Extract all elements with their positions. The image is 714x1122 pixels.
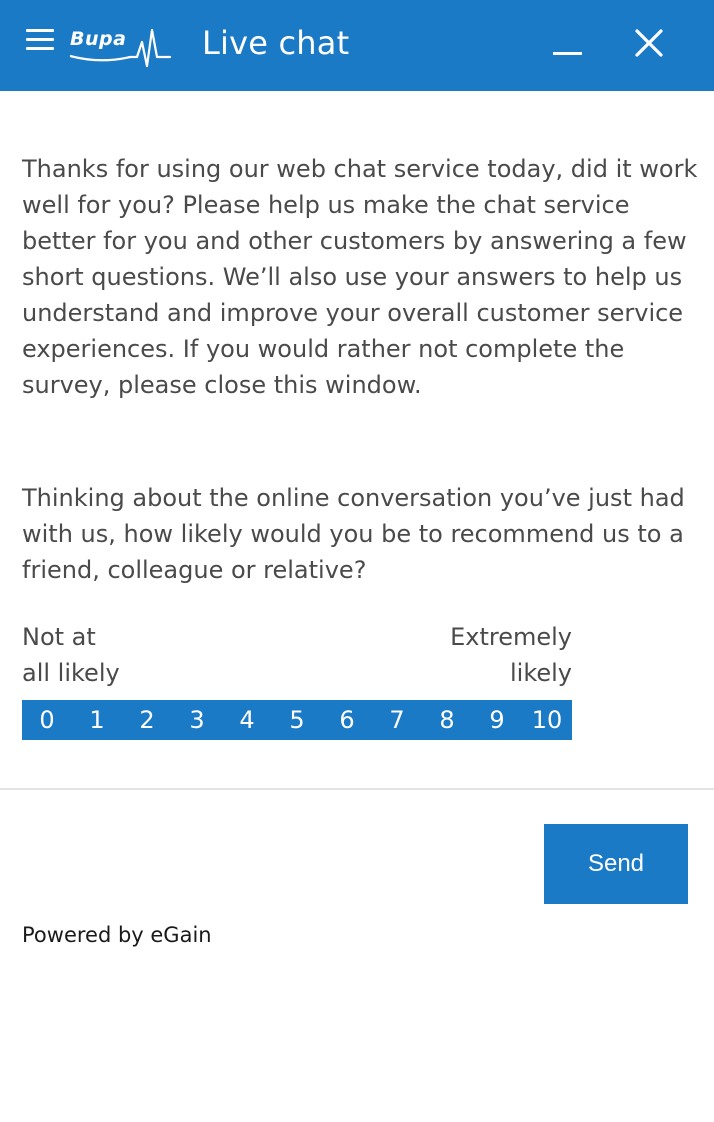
minimize-icon[interactable]: [553, 37, 583, 61]
close-icon[interactable]: [633, 27, 665, 59]
rating-option-10[interactable]: 10: [522, 700, 572, 740]
survey-question: Thinking about the online conversation y…: [22, 484, 685, 584]
scale-high-label-line2: likely: [509, 659, 572, 687]
scale-low-label: Not at all likely: [22, 619, 222, 691]
rating-option-2[interactable]: 2: [122, 700, 172, 740]
scale-low-label-line1: Not at: [22, 623, 96, 651]
rating-option-0[interactable]: 0: [22, 700, 72, 740]
scale-high-label-line1: Extremely: [450, 623, 572, 651]
send-button[interactable]: Send: [544, 824, 688, 904]
rating-option-1[interactable]: 1: [72, 700, 122, 740]
survey-intro-text: Thanks for using our web chat service to…: [22, 155, 698, 399]
rating-option-3[interactable]: 3: [172, 700, 222, 740]
chat-title: Live chat: [202, 24, 350, 62]
rating-option-8[interactable]: 8: [422, 700, 472, 740]
powered-by-text: Powered by eGain: [22, 923, 212, 947]
bupa-logo: Bupa: [70, 24, 174, 72]
scale-low-label-line2: all likely: [22, 659, 120, 687]
chat-header: Bupa Live chat: [0, 0, 714, 91]
rating-option-7[interactable]: 7: [372, 700, 422, 740]
heartbeat-line-icon: [70, 28, 172, 68]
footer-divider: [0, 788, 714, 790]
rating-option-5[interactable]: 5: [272, 700, 322, 740]
hamburger-menu-icon[interactable]: [26, 29, 54, 53]
rating-option-6[interactable]: 6: [322, 700, 372, 740]
scale-high-label: Extremely likely: [372, 619, 572, 691]
rating-option-4[interactable]: 4: [222, 700, 272, 740]
rating-scale: 0 1 2 3 4 5 6 7 8 9 10: [22, 700, 572, 740]
rating-option-9[interactable]: 9: [472, 700, 522, 740]
